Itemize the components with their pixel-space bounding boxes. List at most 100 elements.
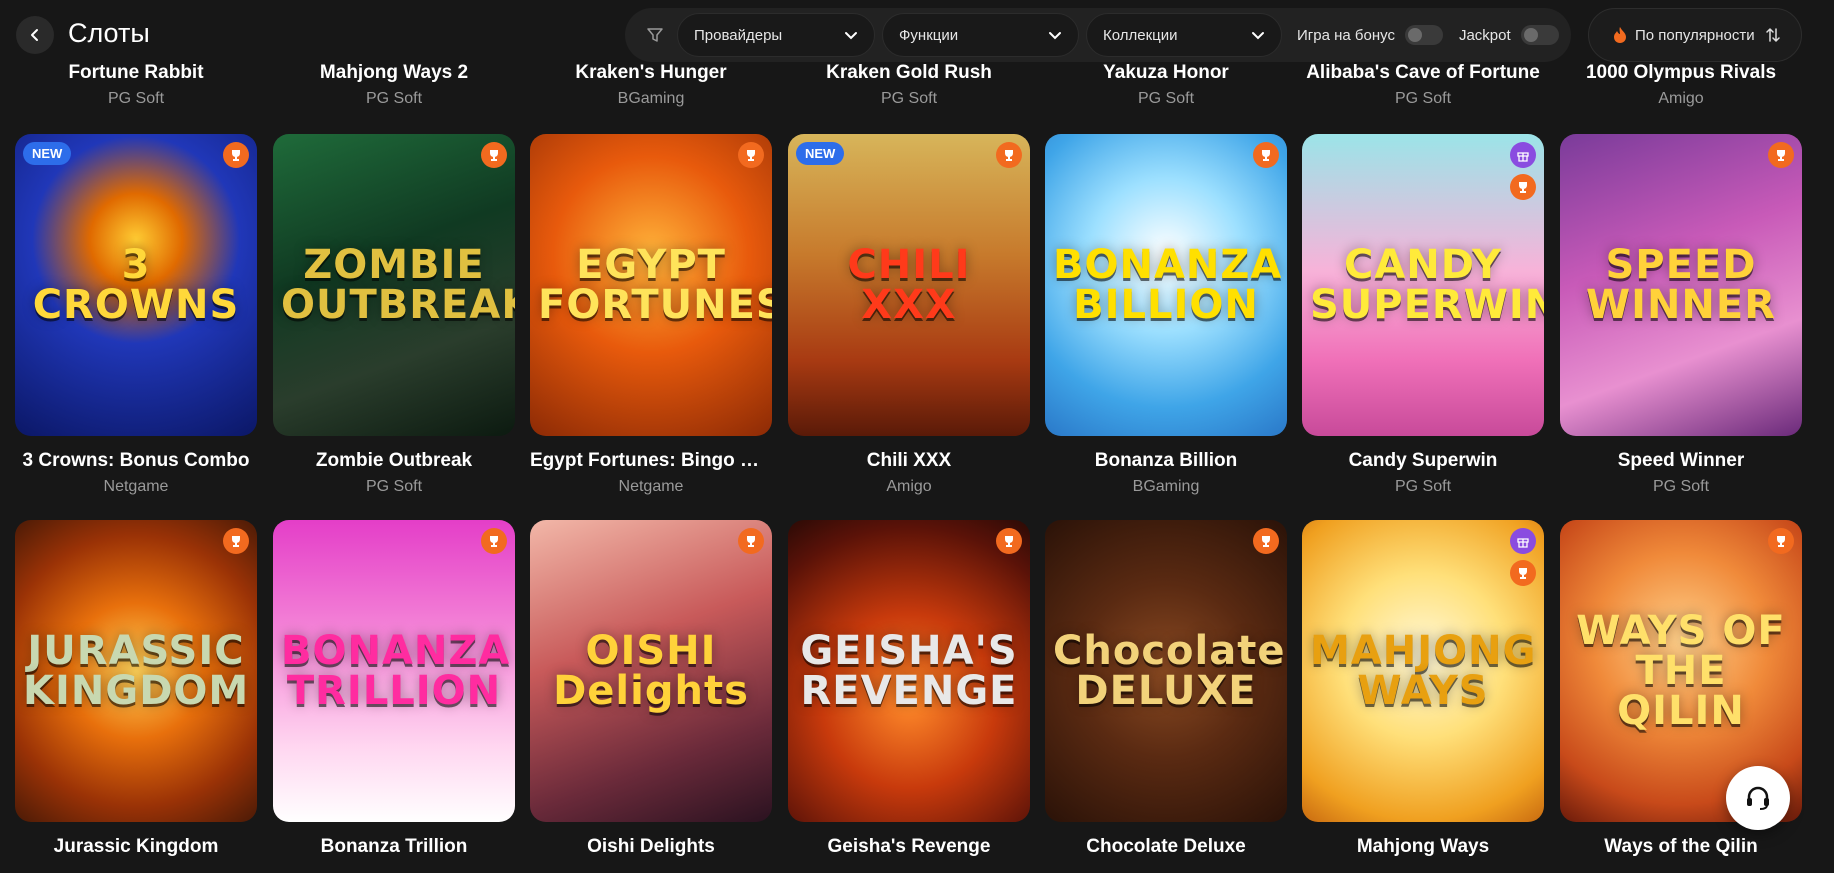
game-provider: PG Soft xyxy=(365,478,423,495)
game-card[interactable]: 3 CROWNS NEW 3 Crowns: Bonus Combo Netga… xyxy=(15,134,257,496)
game-name: Zombie Outbreak xyxy=(315,450,473,471)
game-art-title: BONANZA BILLION xyxy=(1053,242,1283,328)
sort-left: По популярности xyxy=(1613,26,1755,44)
game-card[interactable]: CANDY SUPERWIN Candy Superwin PG Soft xyxy=(1302,134,1544,496)
game-art-title: GEISHA'S REVENGE xyxy=(800,628,1018,714)
jackpot-toggle[interactable] xyxy=(1520,25,1559,45)
sort-dropdown[interactable]: По популярности xyxy=(1588,8,1802,62)
game-card[interactable]: JURASSIC KINGDOM Jurassic Kingdom xyxy=(15,520,257,858)
filter-button[interactable] xyxy=(633,13,677,57)
game-name: Bonanza Trillion xyxy=(320,836,468,857)
providers-dropdown[interactable]: Провайдеры xyxy=(677,13,875,57)
game-card[interactable]: GEISHA'S REVENGE Geisha's Revenge xyxy=(788,520,1030,858)
trophy-icon xyxy=(1768,528,1794,554)
game-provider: PG Soft xyxy=(1394,90,1452,107)
game-thumbnail: JURASSIC KINGDOM xyxy=(15,520,257,822)
game-name: Kraken's Hunger xyxy=(575,62,727,83)
game-name: Chili XXX xyxy=(866,450,952,471)
game-thumbnail: ZOMBIE OUTBREAK xyxy=(273,134,515,436)
game-art-title: CHILI XXX xyxy=(847,242,971,328)
trophy-icon xyxy=(1510,174,1536,200)
list-item[interactable]: Alibaba's Cave of Fortune PG Soft xyxy=(1302,62,1544,108)
trophy-icon xyxy=(223,142,249,168)
list-item[interactable]: Yakuza Honor PG Soft xyxy=(1045,62,1287,108)
game-card[interactable]: SPEED WINNER Speed Winner PG Soft xyxy=(1560,134,1802,496)
jackpot-toggle-label: Jackpot xyxy=(1458,26,1511,44)
jackpot-toggle-group: Jackpot xyxy=(1459,25,1559,45)
game-name: Kraken Gold Rush xyxy=(826,62,992,83)
game-name: Mahjong Ways 2 xyxy=(319,62,469,83)
game-provider: PG Soft xyxy=(365,90,423,107)
game-card[interactable]: MAHJONG WAYS Mahjong Ways xyxy=(1302,520,1544,858)
game-art-title: 3 CROWNS xyxy=(32,242,240,328)
game-thumbnail: GEISHA'S REVENGE xyxy=(788,520,1030,822)
game-thumbnail: BONANZA BILLION xyxy=(1045,134,1287,436)
trophy-icon xyxy=(996,142,1022,168)
gift-icon xyxy=(1510,528,1536,554)
game-card[interactable]: BONANZA BILLION Bonanza Billion BGaming xyxy=(1045,134,1287,496)
list-item[interactable]: Fortune Rabbit PG Soft xyxy=(15,62,257,108)
filter-icon xyxy=(647,28,663,42)
bonus-toggle-group: Игра на бонус xyxy=(1297,25,1443,45)
game-card[interactable]: OISHI Delights Oishi Delights xyxy=(530,520,772,858)
game-art-title: EGYPT FORTUNES xyxy=(538,242,772,328)
support-chat-button[interactable] xyxy=(1726,766,1790,830)
sort-label: По популярности xyxy=(1635,26,1755,44)
game-name: Geisha's Revenge xyxy=(827,836,991,857)
trophy-icon xyxy=(1510,560,1536,586)
sort-icon xyxy=(1766,28,1780,42)
game-art-title: MAHJONG WAYS xyxy=(1310,628,1537,714)
page-title: Слоты xyxy=(68,18,150,48)
filter-bar: Провайдеры Функции Коллекции Игра на бон… xyxy=(625,8,1571,62)
game-thumbnail: CANDY SUPERWIN xyxy=(1302,134,1544,436)
game-thumbnail: MAHJONG WAYS xyxy=(1302,520,1544,822)
list-item[interactable]: Mahjong Ways 2 PG Soft xyxy=(273,62,515,108)
game-provider: BGaming xyxy=(617,90,685,107)
trophy-icon xyxy=(1253,528,1279,554)
game-thumbnail: OISHI Delights xyxy=(530,520,772,822)
game-name: Candy Superwin xyxy=(1348,450,1498,471)
game-art-title: BONANZA TRILLION xyxy=(281,628,511,714)
top-bar: Слоты Провайдеры Функции Коллекции Игра … xyxy=(0,0,1834,70)
trophy-icon xyxy=(481,142,507,168)
game-name: 3 Crowns: Bonus Combo xyxy=(22,450,250,471)
game-card[interactable]: EGYPT FORTUNES Egypt Fortunes: Bingo Bo.… xyxy=(530,134,772,496)
game-card[interactable]: Chocolate DELUXE Chocolate Deluxe xyxy=(1045,520,1287,858)
game-art-title: ZOMBIE OUTBREAK xyxy=(281,242,515,328)
game-card[interactable]: BONANZA TRILLION Bonanza Trillion xyxy=(273,520,515,858)
game-provider: PG Soft xyxy=(107,90,165,107)
game-art-title: WAYS OF THE QILIN xyxy=(1576,608,1786,734)
providers-label: Провайдеры xyxy=(694,26,783,44)
game-card[interactable]: CHILI XXX NEW Chili XXX Amigo xyxy=(788,134,1030,496)
trophy-icon xyxy=(1253,142,1279,168)
game-name: Alibaba's Cave of Fortune xyxy=(1306,62,1540,83)
list-item[interactable]: Kraken Gold Rush PG Soft xyxy=(788,62,1030,108)
game-name: Fortune Rabbit xyxy=(68,62,204,83)
bonus-toggle[interactable] xyxy=(1404,25,1443,45)
list-item[interactable]: Kraken's Hunger BGaming xyxy=(530,62,772,108)
game-provider: Amigo xyxy=(1658,90,1704,107)
trophy-icon xyxy=(738,528,764,554)
game-provider: PG Soft xyxy=(880,90,938,107)
game-name: 1000 Olympus Rivals xyxy=(1585,62,1777,83)
game-name: Chocolate Deluxe xyxy=(1086,836,1246,857)
back-button[interactable] xyxy=(16,16,54,54)
game-name: Oishi Delights xyxy=(587,836,715,857)
game-thumbnail: CHILI XXX NEW xyxy=(788,134,1030,436)
trophy-icon xyxy=(223,528,249,554)
game-card[interactable]: ZOMBIE OUTBREAK Zombie Outbreak PG Soft xyxy=(273,134,515,496)
bonus-toggle-label: Игра на бонус xyxy=(1297,26,1395,44)
game-thumbnail: EGYPT FORTUNES xyxy=(530,134,772,436)
trophy-icon xyxy=(1768,142,1794,168)
collections-dropdown[interactable]: Коллекции xyxy=(1086,13,1282,57)
game-provider: PG Soft xyxy=(1137,90,1195,107)
game-name: Yakuza Honor xyxy=(1103,62,1229,83)
game-thumbnail: BONANZA TRILLION xyxy=(273,520,515,822)
chevron-down-icon xyxy=(845,32,857,40)
features-dropdown[interactable]: Функции xyxy=(882,13,1079,57)
game-provider: Amigo xyxy=(886,478,932,495)
gift-icon xyxy=(1510,142,1536,168)
list-item[interactable]: 1000 Olympus Rivals Amigo xyxy=(1560,62,1802,108)
game-name: Ways of the Qilin xyxy=(1604,836,1758,857)
headset-icon xyxy=(1747,786,1769,810)
